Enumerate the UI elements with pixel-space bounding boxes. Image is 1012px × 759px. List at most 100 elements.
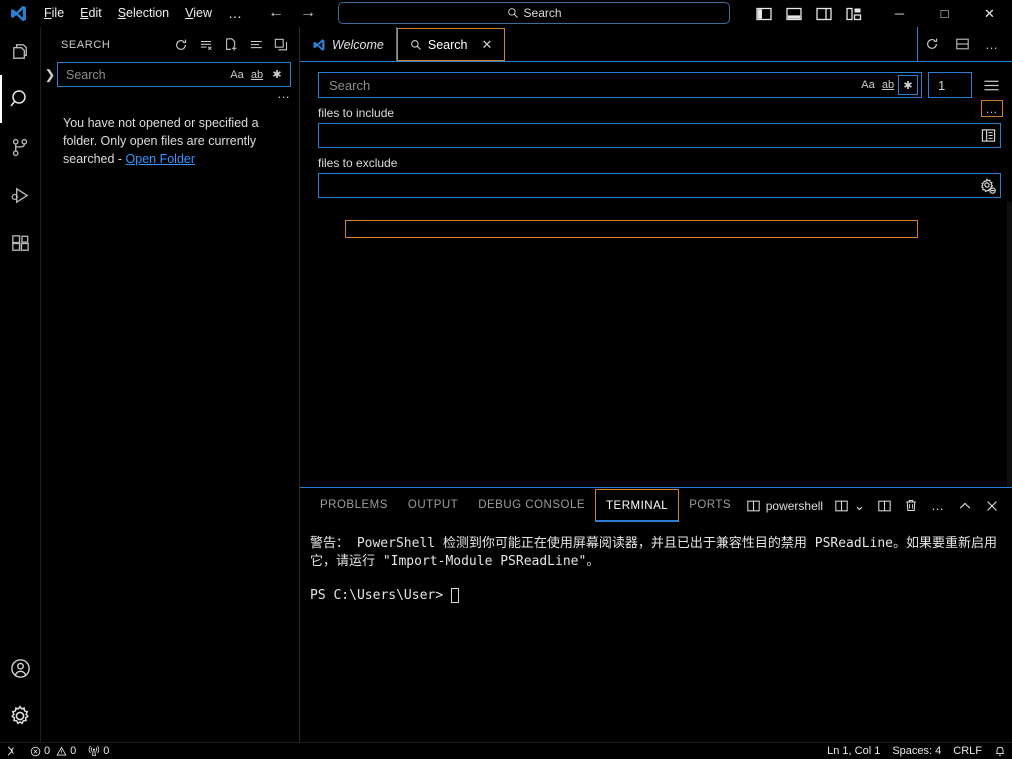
remote-host-indicator[interactable] [0, 743, 24, 759]
search-editor-query-input[interactable] [329, 78, 858, 93]
menu-bar: FFileile Edit Selection View … [36, 0, 251, 27]
menu-overflow[interactable]: … [220, 5, 251, 21]
arrow-left-icon[interactable]: ← [267, 4, 285, 22]
trash-icon[interactable] [899, 494, 923, 518]
layout-sidebar-right-icon[interactable] [811, 3, 837, 25]
error-count: 0 [44, 745, 50, 757]
editor-scrollbar[interactable] [1007, 202, 1012, 487]
menu-file[interactable]: FFileile [36, 0, 72, 27]
editor-position[interactable]: Ln 1, Col 1 [821, 743, 886, 759]
sidebar-item-extensions[interactable] [0, 219, 41, 267]
refresh-icon[interactable] [918, 29, 946, 59]
layout-customize-icon[interactable] [841, 3, 867, 25]
terminal-content[interactable]: 警告： PowerShell 检测到你可能正在使用屏幕阅读器，并且已出于兼容性目… [300, 523, 1012, 605]
ports-count: 0 [103, 745, 109, 757]
sidebar-item-search[interactable] [0, 75, 41, 123]
terminal-cursor [451, 588, 459, 603]
refresh-icon[interactable] [171, 35, 191, 55]
search-sidebar: SEARCH ❯ Aa ab ✱ [41, 27, 300, 742]
panel-more-actions[interactable]: … [926, 494, 950, 518]
list-flat-icon[interactable] [246, 35, 266, 55]
match-whole-word-option[interactable]: ab [247, 65, 267, 85]
menu-selection[interactable]: Selection [110, 0, 177, 27]
close-icon[interactable]: ✕ [481, 37, 492, 53]
accounts-button[interactable] [0, 646, 41, 690]
problems-indicator[interactable]: 0 0 [24, 743, 82, 759]
sidebar-item-explorer[interactable] [0, 27, 41, 75]
match-case-option[interactable]: Aa [858, 75, 878, 95]
minimize-button[interactable]: ─ [877, 0, 922, 27]
manage-settings-button[interactable] [0, 690, 41, 742]
menu-edit[interactable]: Edit [72, 0, 110, 27]
tab-terminal[interactable]: TERMINAL [595, 489, 679, 522]
sidebar-item-source-control[interactable] [0, 123, 41, 171]
activity-bar [0, 27, 41, 742]
files-to-exclude-box[interactable] [318, 173, 1001, 198]
book-icon[interactable] [978, 126, 998, 146]
files-to-include-box[interactable] [318, 123, 1001, 148]
sidebar-header: SEARCH [41, 27, 299, 62]
split-terminal-icon [834, 499, 849, 513]
tab-welcome[interactable]: Welcome [300, 27, 397, 62]
open-folder-link[interactable]: Open Folder [126, 152, 195, 166]
close-icon[interactable] [980, 494, 1004, 518]
use-regex-option[interactable]: ✱ [898, 75, 918, 95]
tab-search-label: Search [428, 38, 468, 52]
use-regex-option[interactable]: ✱ [267, 65, 287, 85]
clear-all-icon[interactable] [196, 35, 216, 55]
editor-eol[interactable]: CRLF [947, 743, 988, 759]
tab-problems[interactable]: PROBLEMS [310, 489, 398, 522]
tab-search[interactable]: Search ✕ [397, 28, 506, 61]
source-control-icon [9, 136, 32, 159]
new-search-editor-icon[interactable] [221, 35, 241, 55]
menu-view[interactable]: View [177, 0, 220, 27]
search-editor-more-options[interactable]: … [981, 100, 1003, 117]
tab-output[interactable]: OUTPUT [398, 489, 468, 522]
editor-indentation[interactable]: Spaces: 4 [886, 743, 947, 759]
close-button[interactable]: ✕ [967, 0, 1012, 27]
list-lines-icon[interactable] [978, 72, 1004, 98]
match-case-option[interactable]: Aa [227, 65, 247, 85]
sidebar-item-run-and-debug[interactable] [0, 171, 41, 219]
search-input[interactable] [66, 68, 227, 82]
search-results-focus-strip[interactable] [345, 220, 918, 238]
tab-ports[interactable]: PORTS [679, 489, 741, 522]
files-to-include-input[interactable] [327, 129, 978, 143]
sidebar-actions [171, 35, 291, 55]
extensions-icon [9, 232, 32, 255]
vscode-logo-icon [312, 38, 326, 52]
ports-indicator[interactable]: 0 [82, 743, 115, 759]
radio-tower-icon [88, 745, 100, 757]
chevron-down-icon[interactable]: ⌄ [854, 502, 865, 510]
match-whole-word-option[interactable]: ab [878, 75, 898, 95]
message-line-3: searched - [63, 152, 126, 166]
search-input-box[interactable]: Aa ab ✱ [57, 62, 291, 87]
layout-sidebar-left-icon[interactable] [751, 3, 777, 25]
more-icon[interactable]: … [978, 29, 1006, 59]
collapse-all-icon[interactable] [271, 35, 291, 55]
editor-area: Welcome Search ✕ … Aa ab ✱ [300, 27, 1012, 487]
context-lines-input[interactable]: 1 [928, 72, 972, 98]
split-terminal-button[interactable] [872, 494, 896, 518]
chevron-right-icon[interactable]: ❯ [43, 62, 57, 88]
search-editor-query-row: Aa ab ✱ 1 [318, 72, 1004, 98]
sidebar-title: SEARCH [61, 39, 171, 51]
maximize-button[interactable]: □ [922, 0, 967, 27]
panel-tab-bar: PROBLEMS OUTPUT DEBUG CONSOLE TERMINAL P… [300, 488, 1012, 523]
new-terminal-dropdown[interactable]: ⌄ [830, 494, 869, 518]
chevron-up-icon[interactable] [953, 494, 977, 518]
gear-exclude-icon[interactable] [978, 176, 998, 196]
command-center[interactable]: Search [338, 2, 730, 24]
files-to-exclude-input[interactable] [327, 179, 978, 193]
terminal-shell-selector[interactable]: powershell [742, 494, 827, 518]
arrow-right-icon[interactable]: → [299, 4, 317, 22]
terminal-shell-label: powershell [766, 499, 823, 513]
layout-panel-icon[interactable] [781, 3, 807, 25]
split-editor-icon[interactable] [948, 29, 976, 59]
tab-debug-console[interactable]: DEBUG CONSOLE [468, 489, 595, 522]
sidebar-more-actions[interactable]: … [41, 88, 299, 106]
terminal-prompt-line: PS C:\Users\User> [310, 587, 1002, 605]
search-editor-input-box[interactable]: Aa ab ✱ [318, 72, 922, 98]
notifications-bell[interactable] [988, 743, 1012, 759]
warning-icon [56, 746, 67, 757]
